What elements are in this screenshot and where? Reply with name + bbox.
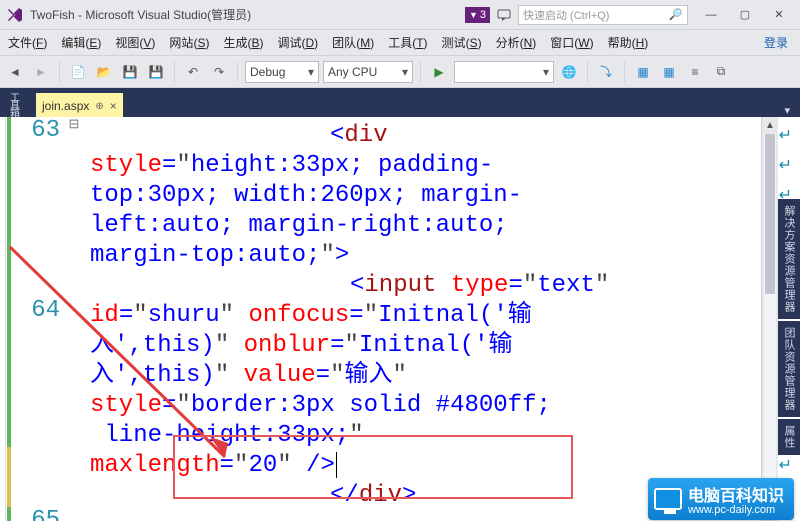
window-buttons: — ▢ ✕ bbox=[694, 4, 796, 26]
tab-overflow-button[interactable]: ▾ bbox=[774, 104, 800, 117]
team-explorer-tab[interactable]: 团队资源管理器 bbox=[778, 321, 800, 417]
feedback-icon[interactable] bbox=[496, 7, 512, 23]
minimize-button[interactable]: — bbox=[694, 4, 728, 26]
new-file-button[interactable]: 📄 bbox=[67, 61, 89, 83]
uncomment-button[interactable]: ▦ bbox=[658, 61, 680, 83]
menu-team[interactable]: 团队(M) bbox=[328, 32, 378, 53]
sign-in-link[interactable]: 登录 bbox=[764, 34, 796, 51]
file-tab-join-aspx[interactable]: join.aspx ⊕ × bbox=[36, 93, 123, 117]
tab-strip: 工具箱 join.aspx ⊕ × ▾ bbox=[0, 91, 800, 117]
undo-button[interactable]: ↶ bbox=[182, 61, 204, 83]
line-number: 65 bbox=[12, 507, 66, 521]
scroll-thumb[interactable] bbox=[765, 134, 775, 294]
line-number: 63 bbox=[12, 117, 66, 147]
quick-launch-placeholder: 快速启动 (Ctrl+Q) bbox=[523, 7, 609, 23]
quick-launch-input[interactable]: 快速启动 (Ctrl+Q) bbox=[518, 5, 688, 25]
menubar: 文件(F) 编辑(E) 视图(V) 网站(S) 生成(B) 调试(D) 团队(M… bbox=[0, 30, 800, 56]
menu-view[interactable]: 视图(V) bbox=[111, 32, 159, 53]
tab-close-icon[interactable]: × bbox=[110, 99, 117, 113]
format-button[interactable]: ≡ bbox=[684, 61, 706, 83]
separator-icon bbox=[420, 62, 421, 82]
watermark-logo: 电脑百科知识 www.pc-daily.com bbox=[648, 478, 794, 520]
window-title: TwoFish - Microsoft Visual Studio(管理员) bbox=[30, 6, 251, 23]
redo-button[interactable]: ↷ bbox=[208, 61, 230, 83]
vs-logo-icon bbox=[6, 6, 24, 24]
separator-icon bbox=[237, 62, 238, 82]
maximize-button[interactable]: ▢ bbox=[728, 4, 762, 26]
platform-select[interactable]: Any CPU bbox=[323, 61, 413, 83]
open-file-button[interactable]: 📂 bbox=[93, 61, 115, 83]
bookmark-button[interactable]: ⧉ bbox=[710, 61, 732, 83]
notification-badge[interactable]: 3 bbox=[465, 7, 490, 23]
monitor-icon bbox=[654, 488, 682, 510]
watermark-name: 电脑百科知识 bbox=[688, 488, 784, 505]
titlebar-center: 3 快速启动 (Ctrl+Q) bbox=[251, 5, 694, 25]
start-debug-button[interactable]: ▶ bbox=[428, 61, 450, 83]
menu-debug[interactable]: 调试(D) bbox=[273, 32, 322, 53]
fold-toggle-icon[interactable]: ⊟ bbox=[66, 117, 82, 147]
separator-icon bbox=[587, 62, 588, 82]
menu-file[interactable]: 文件(F) bbox=[4, 32, 51, 53]
menu-analyze[interactable]: 分析(N) bbox=[492, 32, 541, 53]
nav-back-button[interactable]: ◄ bbox=[4, 61, 26, 83]
menu-tools[interactable]: 工具(T) bbox=[384, 32, 431, 53]
watermark-url: www.pc-daily.com bbox=[688, 504, 784, 516]
browser-select-button[interactable]: 🌐 bbox=[558, 61, 580, 83]
separator-icon bbox=[174, 62, 175, 82]
menu-window[interactable]: 窗口(W) bbox=[546, 32, 597, 53]
right-side-tabs: 解决方案资源管理器 团队资源管理器 属性 bbox=[778, 199, 800, 455]
menu-build[interactable]: 生成(B) bbox=[219, 32, 267, 53]
toolbox-side-tab[interactable]: 工具箱 bbox=[2, 91, 24, 117]
comment-button[interactable]: ▦ bbox=[632, 61, 654, 83]
menu-help[interactable]: 帮助(H) bbox=[604, 32, 653, 53]
menu-test[interactable]: 测试(S) bbox=[438, 32, 486, 53]
configuration-select[interactable]: Debug bbox=[245, 61, 319, 83]
menu-website[interactable]: 网站(S) bbox=[165, 32, 213, 53]
titlebar: TwoFish - Microsoft Visual Studio(管理员) 3… bbox=[0, 0, 800, 30]
save-all-button[interactable]: 💾 bbox=[145, 61, 167, 83]
tab-pin-icon[interactable]: ⊕ bbox=[95, 101, 103, 112]
tab-filename: join.aspx bbox=[42, 99, 89, 113]
solution-explorer-tab[interactable]: 解决方案资源管理器 bbox=[778, 199, 800, 319]
properties-tab[interactable]: 属性 bbox=[778, 419, 800, 455]
menu-edit[interactable]: 编辑(E) bbox=[57, 32, 105, 53]
separator-icon bbox=[59, 62, 60, 82]
nav-forward-button[interactable]: ► bbox=[30, 61, 52, 83]
close-button[interactable]: ✕ bbox=[762, 4, 796, 26]
toolbar: ◄ ► 📄 📂 💾 💾 ↶ ↷ Debug Any CPU ▶ 🌐 ⤵ ▦ ▦ … bbox=[0, 56, 800, 88]
vertical-scrollbar[interactable]: ▲ ▭ ▼ bbox=[761, 117, 778, 521]
save-button[interactable]: 💾 bbox=[119, 61, 141, 83]
run-target-select[interactable] bbox=[454, 61, 554, 83]
annotation-highlight-box bbox=[173, 435, 573, 499]
scroll-up-icon[interactable]: ▲ bbox=[762, 117, 778, 134]
line-number: 64 bbox=[12, 297, 66, 327]
editor-area: 63⊟ 64 65 <div style="height:33px; paddi… bbox=[0, 117, 800, 521]
step-button[interactable]: ⤵ bbox=[595, 61, 617, 83]
separator-icon bbox=[624, 62, 625, 82]
